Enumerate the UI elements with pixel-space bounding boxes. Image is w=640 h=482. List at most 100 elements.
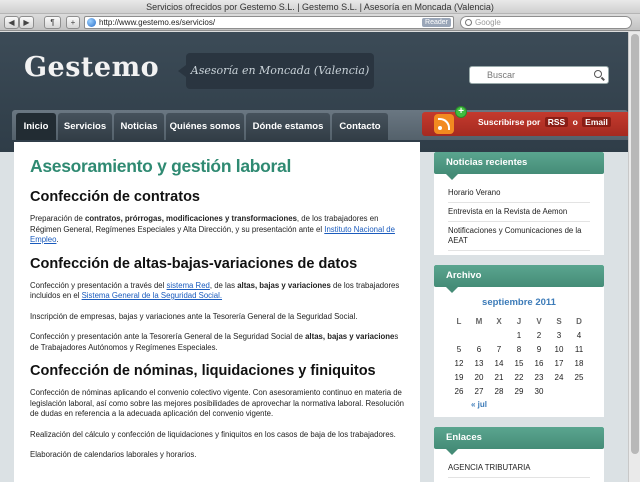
- news-item[interactable]: Entrevista en la Revista de Aemon: [448, 203, 590, 222]
- globe-icon: [87, 18, 96, 27]
- site-search-input[interactable]: Buscar: [469, 66, 609, 84]
- subscribe-prefix: Suscribirse por: [478, 117, 541, 127]
- calendar-day: 7: [496, 344, 502, 354]
- subscribe-bar: + Suscribirse por RSS o Email: [422, 106, 634, 136]
- calendar-day: 13: [474, 358, 484, 368]
- calendar-weekday: L: [456, 316, 462, 326]
- calendar-day: 10: [554, 344, 564, 354]
- widget-title-links: Enlaces: [434, 427, 604, 455]
- address-bar[interactable]: http://www.gestemo.es/servicios/ Reader: [84, 16, 454, 29]
- calendar-day: 20: [474, 372, 484, 382]
- section-title-altas-bajas: Confección de altas-bajas-variaciones de…: [30, 255, 358, 272]
- calendar-day: 1: [516, 330, 522, 340]
- subscribe-email-link[interactable]: Email: [582, 117, 611, 127]
- add-bookmark-button[interactable]: +: [66, 16, 80, 29]
- window-title: Servicios ofrecidos por Gestemo S.L. | G…: [0, 0, 640, 14]
- calendar-day: 21: [494, 372, 504, 382]
- site-search-placeholder: Buscar: [487, 70, 516, 80]
- rss-feed-icon[interactable]: [434, 114, 454, 134]
- paragraph: Elaboración de calendarios laborales y h…: [30, 450, 197, 459]
- calendar-day: [469, 328, 489, 342]
- bookmarks-button[interactable]: ¶: [44, 16, 61, 29]
- calendar-day: 3: [556, 330, 562, 340]
- link-item[interactable]: AGENCIA TRIBUTARIA: [448, 459, 590, 478]
- calendar-day: 27: [474, 386, 484, 396]
- news-item[interactable]: Horario Verano: [448, 184, 590, 203]
- url-text: http://www.gestemo.es/servicios/: [99, 18, 216, 27]
- scroll-thumb[interactable]: [631, 34, 639, 454]
- search-icon: [465, 19, 472, 26]
- plus-icon: +: [70, 18, 76, 27]
- nav-quienes-somos[interactable]: Quiénes somos: [166, 113, 244, 140]
- calendar-day: 2: [536, 330, 542, 340]
- nav-servicios[interactable]: Servicios: [58, 113, 112, 140]
- calendar-day: 25: [574, 372, 584, 382]
- link-seguridad-social[interactable]: Sistema General de la Seguridad Social.: [82, 291, 222, 300]
- calendar-day: 22: [514, 372, 524, 382]
- paragraph: Confección y presentación a través del s…: [30, 280, 400, 301]
- links-widget: Enlaces AGENCIA TRIBUTARIA: [434, 427, 604, 482]
- calendar-weekday: M: [475, 316, 483, 326]
- forward-icon: ▶: [23, 18, 30, 27]
- page-title: Asesoramiento y gestión laboral: [30, 156, 292, 176]
- calendar-day: 17: [554, 358, 564, 368]
- widget-title-archive: Archivo: [434, 265, 604, 293]
- calendar-day: [569, 384, 589, 398]
- calendar-day: 6: [476, 344, 482, 354]
- calendar-day: 30: [534, 386, 544, 396]
- nav-donde-estamos[interactable]: Dónde estamos: [246, 113, 330, 140]
- calendar-day: 19: [454, 372, 464, 382]
- calendar-day: 16: [534, 358, 544, 368]
- forward-button[interactable]: ▶: [19, 16, 34, 29]
- add-feed-icon[interactable]: +: [455, 106, 467, 118]
- news-item[interactable]: Notificaciones y Comunicaciones de la AE…: [448, 222, 590, 251]
- widget-title-news: Noticias recientes: [434, 152, 604, 180]
- browser-search-placeholder: Google: [475, 18, 501, 27]
- calendar-day: 29: [514, 386, 524, 396]
- sidebar: Noticias recientes Horario Verano Entrev…: [434, 152, 604, 482]
- paragraph: Realización del cálculo y confección de …: [30, 429, 396, 439]
- bookmarks-icon: ¶: [50, 18, 55, 27]
- calendar-weekday: D: [576, 316, 582, 326]
- link-sistema-red[interactable]: sistema Red: [167, 281, 210, 290]
- calendar-weekday: J: [516, 316, 522, 326]
- back-button[interactable]: ◀: [4, 16, 19, 29]
- paragraph: Inscripción de empresas, bajas y variaci…: [30, 311, 358, 321]
- section-title-nominas: Confección de nóminas, liquidaciones y f…: [30, 363, 376, 379]
- calendar: LMXJVSD 1 2 3 4 5 6 7 8 9 10 11 12 13 14 15 16 17 18 19 20 2…: [449, 314, 589, 398]
- subscribe-or: o: [572, 117, 578, 127]
- calendar-day: 5: [456, 344, 462, 354]
- calendar-weekday: S: [556, 316, 562, 326]
- paragraph: Preparación de contratos, prórrogas, mod…: [30, 214, 395, 244]
- site-logo[interactable]: Gestemo: [24, 52, 159, 83]
- paragraph: Confección de nóminas aplicando el conve…: [30, 388, 405, 418]
- news-widget: Noticias recientes Horario Verano Entrev…: [434, 152, 604, 255]
- calendar-day: 15: [514, 358, 524, 368]
- calendar-day: 18: [574, 358, 584, 368]
- calendar-day: 26: [454, 386, 464, 396]
- archive-widget: Archivo septiembre 2011 LMXJVSD 12345678…: [434, 265, 604, 417]
- calendar-day: [489, 328, 509, 342]
- page-scrollbar[interactable]: [628, 32, 640, 482]
- back-icon: ◀: [8, 18, 15, 27]
- calendar-weekday: X: [496, 316, 502, 326]
- calendar-day: [549, 384, 569, 398]
- nav-contacto[interactable]: Contacto: [332, 113, 388, 140]
- browser-search-field[interactable]: Google: [460, 16, 632, 29]
- browser-toolbar: ◀ ▶ ¶ + http://www.gestemo.es/servicios/…: [0, 14, 640, 31]
- calendar-day: 8: [516, 344, 522, 354]
- subscribe-rss-link[interactable]: RSS: [544, 117, 569, 127]
- calendar-day: [449, 328, 469, 342]
- search-icon[interactable]: [594, 70, 602, 78]
- calendar-prev-link[interactable]: « jul: [434, 398, 604, 417]
- calendar-day: 14: [494, 358, 504, 368]
- site-tagline: Asesoría en Moncada (Valencia): [178, 53, 374, 89]
- calendar-month: septiembre 2011: [482, 297, 556, 308]
- calendar-day: 12: [454, 358, 464, 368]
- reader-button[interactable]: Reader: [422, 18, 451, 27]
- nav-inicio[interactable]: Inicio: [16, 113, 56, 140]
- web-page: Gestemo Asesoría en Moncada (Valencia) B…: [0, 32, 640, 482]
- calendar-day: 28: [494, 386, 504, 396]
- calendar-weekday: V: [536, 316, 542, 326]
- nav-noticias[interactable]: Noticias: [114, 113, 164, 140]
